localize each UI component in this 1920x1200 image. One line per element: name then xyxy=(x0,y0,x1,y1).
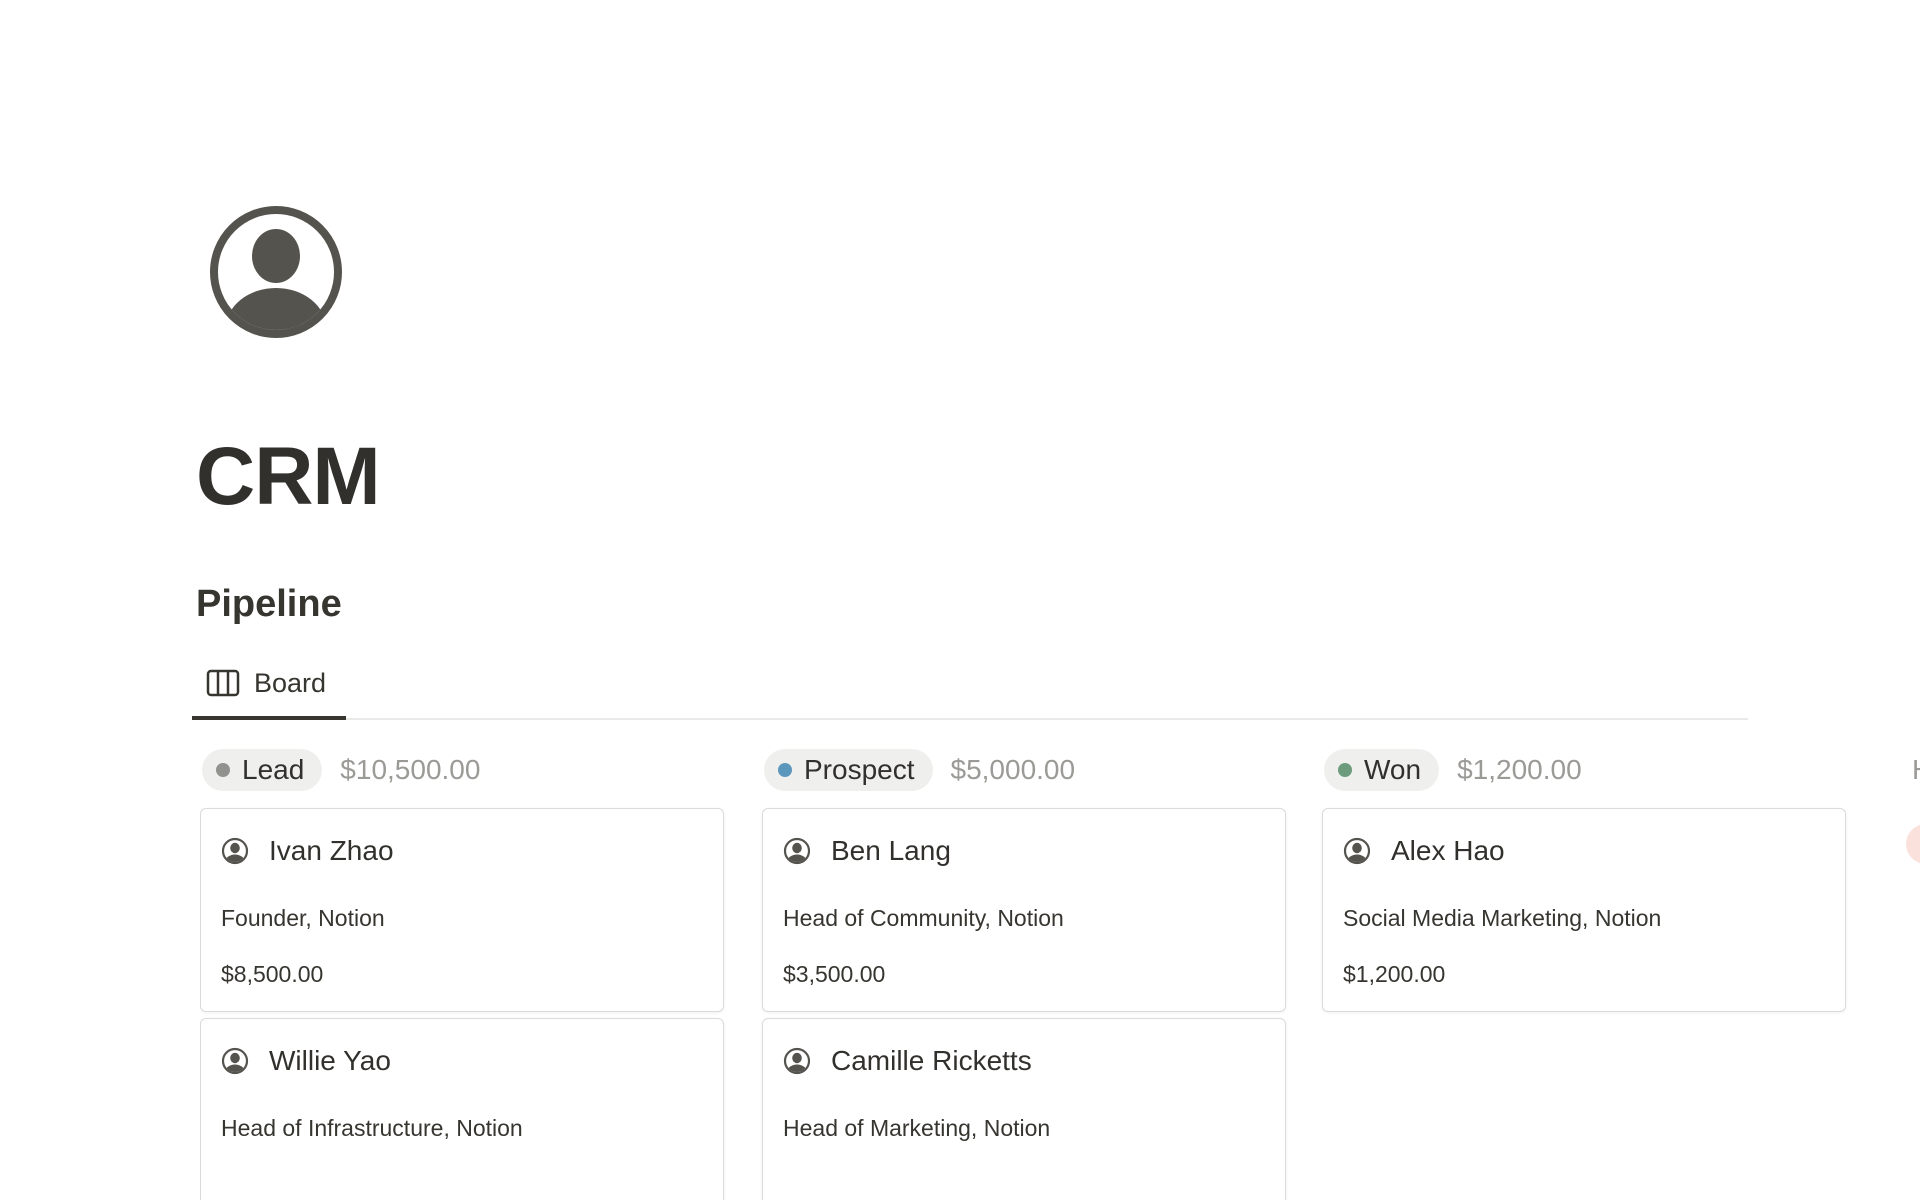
card-amount: $1,200.00 xyxy=(1343,961,1446,987)
card-role: Head of Infrastructure, Notion xyxy=(221,1115,523,1141)
column-sum: $10,500.00 xyxy=(340,754,481,785)
view-tabs: Board xyxy=(192,650,1748,720)
board-card[interactable]: Ben Lang Head of Community, Notion $3,50… xyxy=(762,808,1286,1012)
column-sum: $5,000.00 xyxy=(950,754,1076,785)
board: Lead $10,500.00 Ivan Zhao Founder, Notio… xyxy=(200,746,1920,1200)
column-sum: $1,200.00 xyxy=(1457,754,1582,785)
column-peek-label: H xyxy=(1912,754,1920,786)
column-header[interactable]: Won $1,200.00 xyxy=(1324,746,1846,794)
card-amount: $8,500.00 xyxy=(221,961,324,987)
status-pill[interactable]: Won xyxy=(1324,749,1440,791)
card-role: Head of Community, Notion xyxy=(783,905,1064,931)
tab-board-label: Board xyxy=(254,667,327,698)
card-role: Head of Marketing, Notion xyxy=(783,1115,1051,1141)
card-role: Social Media Marketing, Notion xyxy=(1343,905,1662,931)
board-card[interactable]: Camille Ricketts Head of Marketing, Noti… xyxy=(762,1018,1286,1200)
status-dot xyxy=(778,763,792,777)
tab-board[interactable]: Board xyxy=(192,650,346,720)
page: CRM Pipeline Board Lead $10,500.00 Ivan … xyxy=(0,0,1920,1200)
person-icon xyxy=(221,1047,249,1075)
status-label: Prospect xyxy=(804,754,915,785)
column-peek-badge xyxy=(1906,824,1920,864)
card-amount: $3,500.00 xyxy=(783,961,886,987)
status-dot xyxy=(1338,763,1352,777)
card-name: Willie Yao xyxy=(269,1045,391,1076)
status-pill[interactable]: Prospect xyxy=(764,749,933,791)
status-pill[interactable]: Lead xyxy=(202,749,323,791)
board-column-peek[interactable]: H xyxy=(1904,746,1920,866)
status-label: Lead xyxy=(242,754,305,785)
board-card[interactable]: Ivan Zhao Founder, Notion $8,500.00 xyxy=(200,808,724,1012)
board-column-won: Won $1,200.00 Alex Hao Social Media Mark… xyxy=(1322,746,1846,1012)
person-icon xyxy=(783,837,811,865)
person-icon xyxy=(221,837,249,865)
column-header[interactable]: Prospect $5,000.00 xyxy=(764,746,1286,794)
status-dot xyxy=(216,763,230,777)
card-name: Ben Lang xyxy=(831,835,951,866)
column-header[interactable]: Lead $10,500.00 xyxy=(202,746,724,794)
board-card[interactable]: Alex Hao Social Media Marketing, Notion … xyxy=(1322,808,1846,1012)
database-title[interactable]: Pipeline xyxy=(196,582,342,626)
page-title[interactable]: CRM xyxy=(196,432,381,522)
board-view-icon xyxy=(206,669,240,697)
board-column-prospect: Prospect $5,000.00 Ben Lang Head of Comm… xyxy=(762,746,1286,1200)
board-column-lead: Lead $10,500.00 Ivan Zhao Founder, Notio… xyxy=(200,746,724,1200)
card-role: Founder, Notion xyxy=(221,905,385,931)
board-card[interactable]: Willie Yao Head of Infrastructure, Notio… xyxy=(200,1018,724,1200)
card-name: Alex Hao xyxy=(1391,835,1505,866)
card-name: Ivan Zhao xyxy=(269,835,394,866)
person-circle-icon[interactable] xyxy=(208,204,344,340)
card-name: Camille Ricketts xyxy=(831,1045,1032,1076)
person-icon xyxy=(1343,837,1371,865)
status-label: Won xyxy=(1364,754,1422,785)
person-icon xyxy=(783,1047,811,1075)
